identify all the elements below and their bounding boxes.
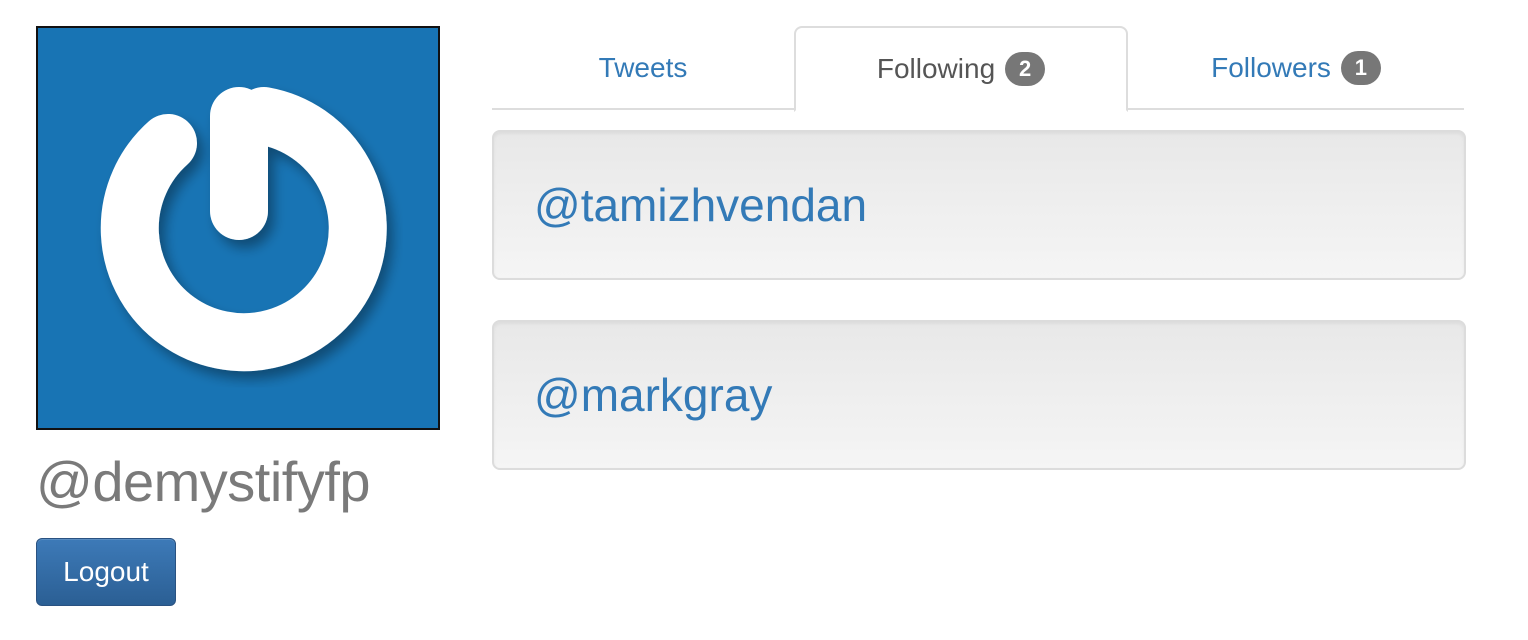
following-list: @tamizhvendan @markgray — [492, 130, 1466, 510]
profile-tabs: Tweets Following 2 Followers 1 — [492, 26, 1464, 112]
tab-followers[interactable]: Followers 1 — [1128, 26, 1464, 110]
profile-panel: @demystifyfp Logout — [36, 26, 440, 606]
tab-followers-label: Followers — [1211, 52, 1331, 83]
user-link-tamizhvendan[interactable]: @tamizhvendan — [534, 178, 867, 232]
power-button-icon — [38, 28, 438, 428]
followers-count-badge: 1 — [1340, 51, 1381, 85]
profile-page: @demystifyfp Logout Tweets Following 2 F… — [0, 0, 1528, 640]
tab-following[interactable]: Following 2 — [794, 26, 1128, 112]
logout-button[interactable]: Logout — [36, 538, 176, 606]
list-item: @markgray — [492, 320, 1466, 470]
following-count-badge: 2 — [1005, 52, 1046, 86]
profile-handle: @demystifyfp — [36, 450, 371, 513]
user-link-markgray[interactable]: @markgray — [534, 368, 772, 422]
tab-tweets[interactable]: Tweets — [492, 26, 794, 110]
tab-following-label: Following — [876, 53, 996, 84]
list-item: @tamizhvendan — [492, 130, 1466, 280]
tab-tweets-label: Tweets — [598, 52, 688, 83]
avatar — [36, 26, 440, 430]
